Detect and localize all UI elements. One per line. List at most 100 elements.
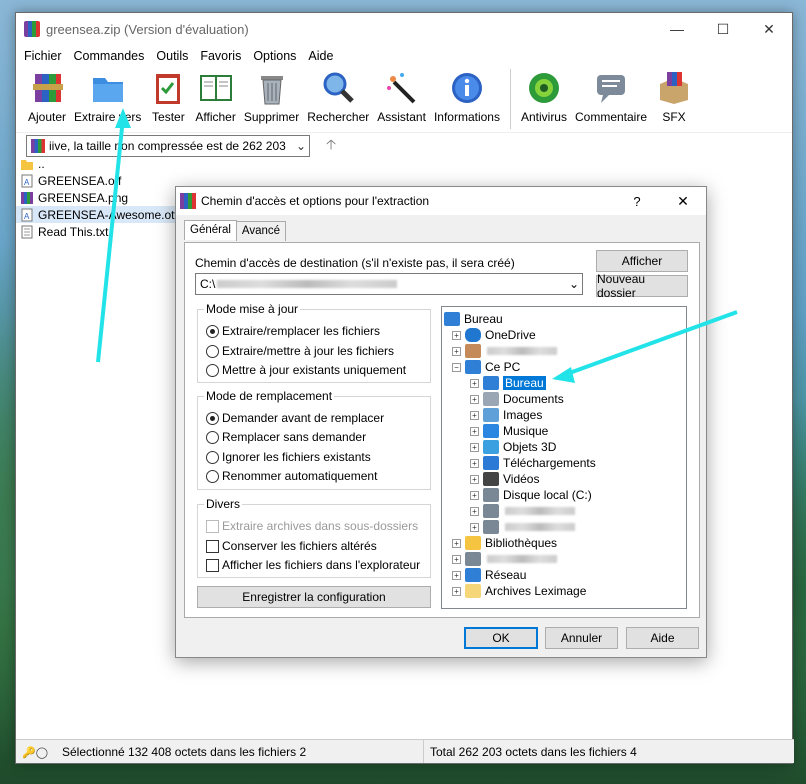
winrar-app-icon [180,193,196,209]
radio-extract-replace[interactable]: Extraire/remplacer les fichiers [206,324,380,338]
expand-icon[interactable]: + [470,394,479,404]
images-icon [483,408,499,422]
tree-node[interactable]: + [452,343,557,359]
expand-icon[interactable]: + [470,506,479,516]
expand-icon[interactable]: + [452,346,461,356]
expand-icon[interactable]: + [452,330,461,340]
tree-node[interactable]: + [452,551,557,567]
tree-node[interactable]: + Téléchargements [470,455,596,471]
menu-favoris[interactable]: Favoris [194,49,247,63]
checkbox-keep-broken[interactable]: Conserver les fichiers altérés [206,539,377,553]
archive-path-dropdown[interactable]: iive, la taille non compressée est de 26… [26,135,310,157]
minimize-button[interactable]: — [654,13,700,45]
radio-rename-auto[interactable]: Renommer automatiquement [206,469,377,483]
menu-aide[interactable]: Aide [302,49,339,63]
tree-node[interactable]: + Musique [470,423,548,439]
menu-outils[interactable]: Outils [150,49,194,63]
expand-icon[interactable]: + [452,554,461,564]
up-folder-icon[interactable]: 🡡 [326,134,336,158]
collapse-icon[interactable]: − [452,362,461,372]
tree-node[interactable]: + Bibliothèques [452,535,557,551]
tab-strip: Général Avancé [184,220,287,241]
dialog-title-bar: Chemin d'accès et options pour l'extract… [176,187,706,215]
text-file-icon [21,225,33,238]
expand-icon[interactable]: + [470,474,479,484]
afficher-button[interactable]: Afficher [596,250,688,272]
folder-tree[interactable]: Bureau + OneDrive + − Ce PC + Bureau + Documents +… [441,306,687,609]
save-settings-button[interactable]: Enregistrer la configuration [197,586,431,608]
toolbar-supprimer-button[interactable]: Supprimer [240,69,303,124]
tree-node[interactable]: Bureau [444,311,503,327]
toolbar-ajouter-button[interactable]: Ajouter [24,69,70,124]
desktop-icon [483,376,499,390]
toolbar-sfx-button[interactable]: SFX [651,69,697,124]
tree-node[interactable]: + Réseau [452,567,526,583]
tree-node[interactable]: + Documents [470,391,564,407]
maximize-button[interactable]: ☐ [700,13,746,45]
menu-fichier[interactable]: Fichier [18,49,68,63]
desktop-icon [444,312,460,326]
tree-node[interactable]: + Vidéos [470,471,539,487]
expand-icon[interactable]: + [470,410,479,420]
toolbar-commentaire-button[interactable]: Commentaire [571,69,651,124]
tree-node[interactable]: + OneDrive [452,327,536,343]
menu-commandes[interactable]: Commandes [68,49,151,63]
tree-node-label: Images [503,408,543,422]
antivirus-bug-icon [525,69,563,107]
redacted-label [505,523,575,531]
toolbar-extraire-button[interactable]: Extraire vers [70,69,145,124]
tree-node[interactable]: + [470,519,575,535]
list-item[interactable]: .. [16,155,216,172]
tree-node[interactable]: + Archives Leximage [452,583,586,599]
expand-icon[interactable]: + [452,538,461,548]
radio-overwrite[interactable]: Remplacer sans demander [206,430,366,444]
nouveau-dossier-button[interactable]: Nouveau dossier [596,272,688,300]
cancel-button[interactable]: Annuler [545,627,618,649]
help-button[interactable]: ? [614,194,660,209]
toolbar-assistant-button[interactable]: Assistant [373,69,430,124]
expand-icon[interactable]: + [452,570,461,580]
checkbox-icon [206,539,219,553]
toolbar-afficher-button[interactable]: Afficher [191,69,239,124]
toolbar-rechercher-button[interactable]: Rechercher [303,69,373,124]
download-icon [483,456,499,470]
toolbar-tester-button[interactable]: Tester [145,69,191,124]
drive-icon [483,520,499,534]
list-item[interactable]: A GREENSEA-Awesome.otf [16,206,178,223]
network-icon [465,568,481,582]
destination-path-input[interactable]: C:\ ⌄ [195,273,583,295]
expand-icon[interactable]: + [470,458,479,468]
tree-node[interactable]: + [470,503,575,519]
comment-icon [592,69,630,107]
radio-ask-before[interactable]: Demander avant de remplacer [206,411,384,425]
tree-node[interactable]: + Objets 3D [470,439,556,455]
checkbox-show-in-explorer[interactable]: Afficher les fichiers dans l'explorateur [206,558,420,572]
menu-options[interactable]: Options [247,49,302,63]
checkbox-icon [206,519,219,533]
radio-extract-update[interactable]: Extraire/mettre à jour les fichiers [206,344,394,358]
expand-icon[interactable]: + [470,426,479,436]
toolbar-informations-button[interactable]: Informations [430,69,504,124]
radio-update-existing[interactable]: Mettre à jour existants uniquement [206,363,406,377]
tree-node[interactable]: + Disque local (C:) [470,487,592,503]
radio-skip-existing[interactable]: Ignorer les fichiers existants [206,450,371,464]
aide-button[interactable]: Aide [626,627,699,649]
toolbar-antivirus-button[interactable]: Antivirus [517,69,571,124]
checkbox-extract-subfolders[interactable]: Extraire archives dans sous-dossiers [206,519,418,533]
chevron-down-icon: ⌄ [568,277,580,291]
tab-avance[interactable]: Avancé [235,221,287,241]
close-button[interactable]: ✕ [746,13,792,45]
tree-node[interactable]: + Bureau [470,375,546,391]
expand-icon[interactable]: + [470,378,479,388]
expand-icon[interactable]: + [470,442,479,452]
tree-node-label: Musique [503,424,549,438]
tree-node[interactable]: − Ce PC [452,359,520,375]
tree-node[interactable]: + Images [470,407,542,423]
tab-general[interactable]: Général [184,220,237,240]
dialog-close-button[interactable]: ✕ [660,193,706,210]
expand-icon[interactable]: + [470,522,479,532]
svg-text:A: A [24,212,30,221]
expand-icon[interactable]: + [470,490,479,500]
expand-icon[interactable]: + [452,586,461,596]
ok-button[interactable]: OK [464,627,538,649]
